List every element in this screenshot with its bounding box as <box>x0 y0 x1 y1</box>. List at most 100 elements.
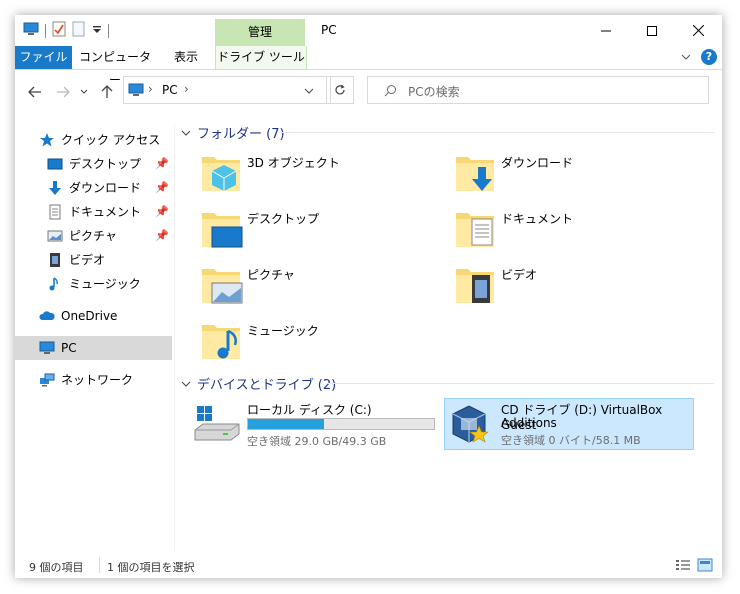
videos-folder-icon <box>456 269 494 303</box>
folder-label: 3D オブジェクト <box>247 156 340 170</box>
search-input[interactable]: PCの検索 <box>408 83 460 100</box>
help-button[interactable]: ? <box>701 49 717 65</box>
up-button[interactable] <box>95 81 119 103</box>
tab-computer[interactable]: コンピューター <box>79 46 151 87</box>
desktop-icon <box>47 158 63 170</box>
drive-c-usage-fill <box>248 419 325 429</box>
nav-onedrive[interactable]: OneDrive <box>39 305 117 327</box>
nav-item-music[interactable]: ミュージック <box>47 273 141 295</box>
tab-drive-tools[interactable]: ドライブ ツール <box>215 46 307 69</box>
details-view-button[interactable] <box>675 558 691 575</box>
close-button[interactable] <box>675 15 721 46</box>
tiles-view-button[interactable] <box>697 558 713 575</box>
forward-button[interactable] <box>51 81 75 103</box>
folders-group-title: フォルダー (7) <box>197 127 285 142</box>
folder-music[interactable]: ミュージック <box>200 319 440 367</box>
folder-desktop[interactable]: デスクトップ <box>200 207 440 255</box>
ribbon-tabs: ファイル コンピューター 表示 ドライブ ツール ? <box>15 46 722 87</box>
manage-context-tab[interactable]: 管理 <box>215 19 305 46</box>
address-bar[interactable]: › PC › <box>123 76 331 104</box>
drive-d-name-line2: Additions <box>501 416 557 430</box>
maximize-icon <box>647 25 657 36</box>
folder-documents[interactable]: ドキュメント <box>454 207 694 255</box>
drive-c[interactable]: ローカル ディスク (C:) 空き領域 29.0 GB/49.3 GB <box>193 398 439 450</box>
pictures-folder-icon <box>202 269 243 304</box>
refresh-icon <box>335 84 345 95</box>
document-icon <box>49 204 61 220</box>
nav-pc[interactable]: PC <box>39 337 77 359</box>
back-button[interactable] <box>23 81 47 103</box>
explorer-window: 管理 PC ファイル コンピューター 表示 ドライブ ツール ? › PC › … <box>15 15 722 578</box>
music-icon <box>49 277 58 291</box>
drives-group-title: デバイスとドライブ (2) <box>197 378 337 393</box>
address-dropdown-icon[interactable] <box>304 88 314 94</box>
nav-item-videos[interactable]: ビデオ <box>47 249 105 271</box>
navigation-pane: クイック アクセス デスクトップ ダウンロード ドキュメント ピクチャ ビデオ … <box>15 125 173 545</box>
drive-d[interactable]: CD ドライブ (D:) VirtualBox Guest Additions … <box>444 398 694 450</box>
drive-d-free-space: 空き領域 0 バイト/58.1 MB <box>501 434 641 447</box>
title-bar: 管理 PC <box>15 15 722 46</box>
folder-label: ドキュメント <box>501 212 574 226</box>
folder-label: ピクチャ <box>247 268 295 282</box>
tab-file[interactable]: ファイル <box>15 46 72 69</box>
nav-item-label: デスクトップ <box>69 157 142 171</box>
drive-c-usage-bar <box>247 418 435 430</box>
folder-label: ビデオ <box>501 268 538 282</box>
chevron-down-icon <box>181 130 191 136</box>
nav-quick-access[interactable]: クイック アクセス <box>39 129 160 151</box>
virtualbox-cd-icon <box>452 405 489 443</box>
status-item-count: 9 個の項目 <box>29 561 84 574</box>
nav-item-pictures[interactable]: ピクチャ <box>47 225 117 247</box>
pc-icon[interactable] <box>23 22 39 39</box>
maximize-button[interactable] <box>629 15 675 46</box>
tab-view[interactable]: 表示 <box>167 46 205 69</box>
breadcrumb-chevron-icon[interactable]: › <box>148 82 153 96</box>
folders-group-header[interactable]: フォルダー (7) <box>181 123 285 142</box>
minimize-button[interactable] <box>583 15 629 46</box>
folder-label: デスクトップ <box>247 212 320 226</box>
recent-locations-button[interactable] <box>77 81 91 103</box>
chevron-down-icon <box>80 89 88 94</box>
nav-network-label: ネットワーク <box>61 373 134 387</box>
folder-3d-objects[interactable]: 3D オブジェクト <box>200 151 440 199</box>
expand-ribbon-button[interactable] <box>679 50 693 64</box>
nav-item-label: ダウンロード <box>69 181 142 195</box>
nav-item-desktop[interactable]: デスクトップ <box>47 153 141 175</box>
tiles-view-icon <box>697 558 713 572</box>
window-title: PC <box>321 23 337 37</box>
nav-item-label: ピクチャ <box>69 229 117 243</box>
group-divider <box>328 383 714 384</box>
folder-downloads[interactable]: ダウンロード <box>454 151 694 199</box>
video-icon <box>50 253 60 267</box>
folder-pictures[interactable]: ピクチャ <box>200 263 440 311</box>
breadcrumb-pc[interactable]: PC <box>162 83 178 97</box>
help-icon: ? <box>705 50 713 63</box>
star-icon <box>40 133 54 147</box>
nav-onedrive-label: OneDrive <box>61 309 118 323</box>
arrow-left-icon <box>28 86 41 98</box>
drive-c-name: ローカル ディスク (C:) <box>247 403 372 417</box>
pin-icon[interactable]: 📌 <box>155 229 169 242</box>
nav-network[interactable]: ネットワーク <box>39 369 133 391</box>
drives-group-header[interactable]: デバイスとドライブ (2) <box>181 374 336 393</box>
quick-access-toolbar <box>23 21 109 40</box>
local-disk-icon <box>194 406 240 441</box>
download-icon <box>49 181 61 195</box>
search-box[interactable]: PCの検索 <box>367 76 709 104</box>
drive-c-free-space: 空き領域 29.0 GB/49.3 GB <box>247 435 387 448</box>
folder-videos[interactable]: ビデオ <box>454 263 694 311</box>
pin-icon[interactable]: 📌 <box>155 205 169 218</box>
nav-item-documents[interactable]: ドキュメント <box>47 201 141 223</box>
pin-icon[interactable]: 📌 <box>155 157 169 170</box>
status-bar: 9 個の項目 1 個の項目を選択 <box>15 555 722 578</box>
nav-quick-access-label: クイック アクセス <box>61 133 161 147</box>
new-folder-icon[interactable] <box>72 21 86 40</box>
pane-divider[interactable] <box>174 125 175 550</box>
refresh-button[interactable] <box>326 76 354 104</box>
music-folder-icon <box>202 325 240 359</box>
nav-item-downloads[interactable]: ダウンロード <box>47 177 141 199</box>
properties-icon[interactable] <box>52 21 66 40</box>
customize-qat-icon[interactable] <box>92 24 102 38</box>
breadcrumb-chevron-icon[interactable]: › <box>184 82 189 96</box>
pin-icon[interactable]: 📌 <box>155 181 169 194</box>
